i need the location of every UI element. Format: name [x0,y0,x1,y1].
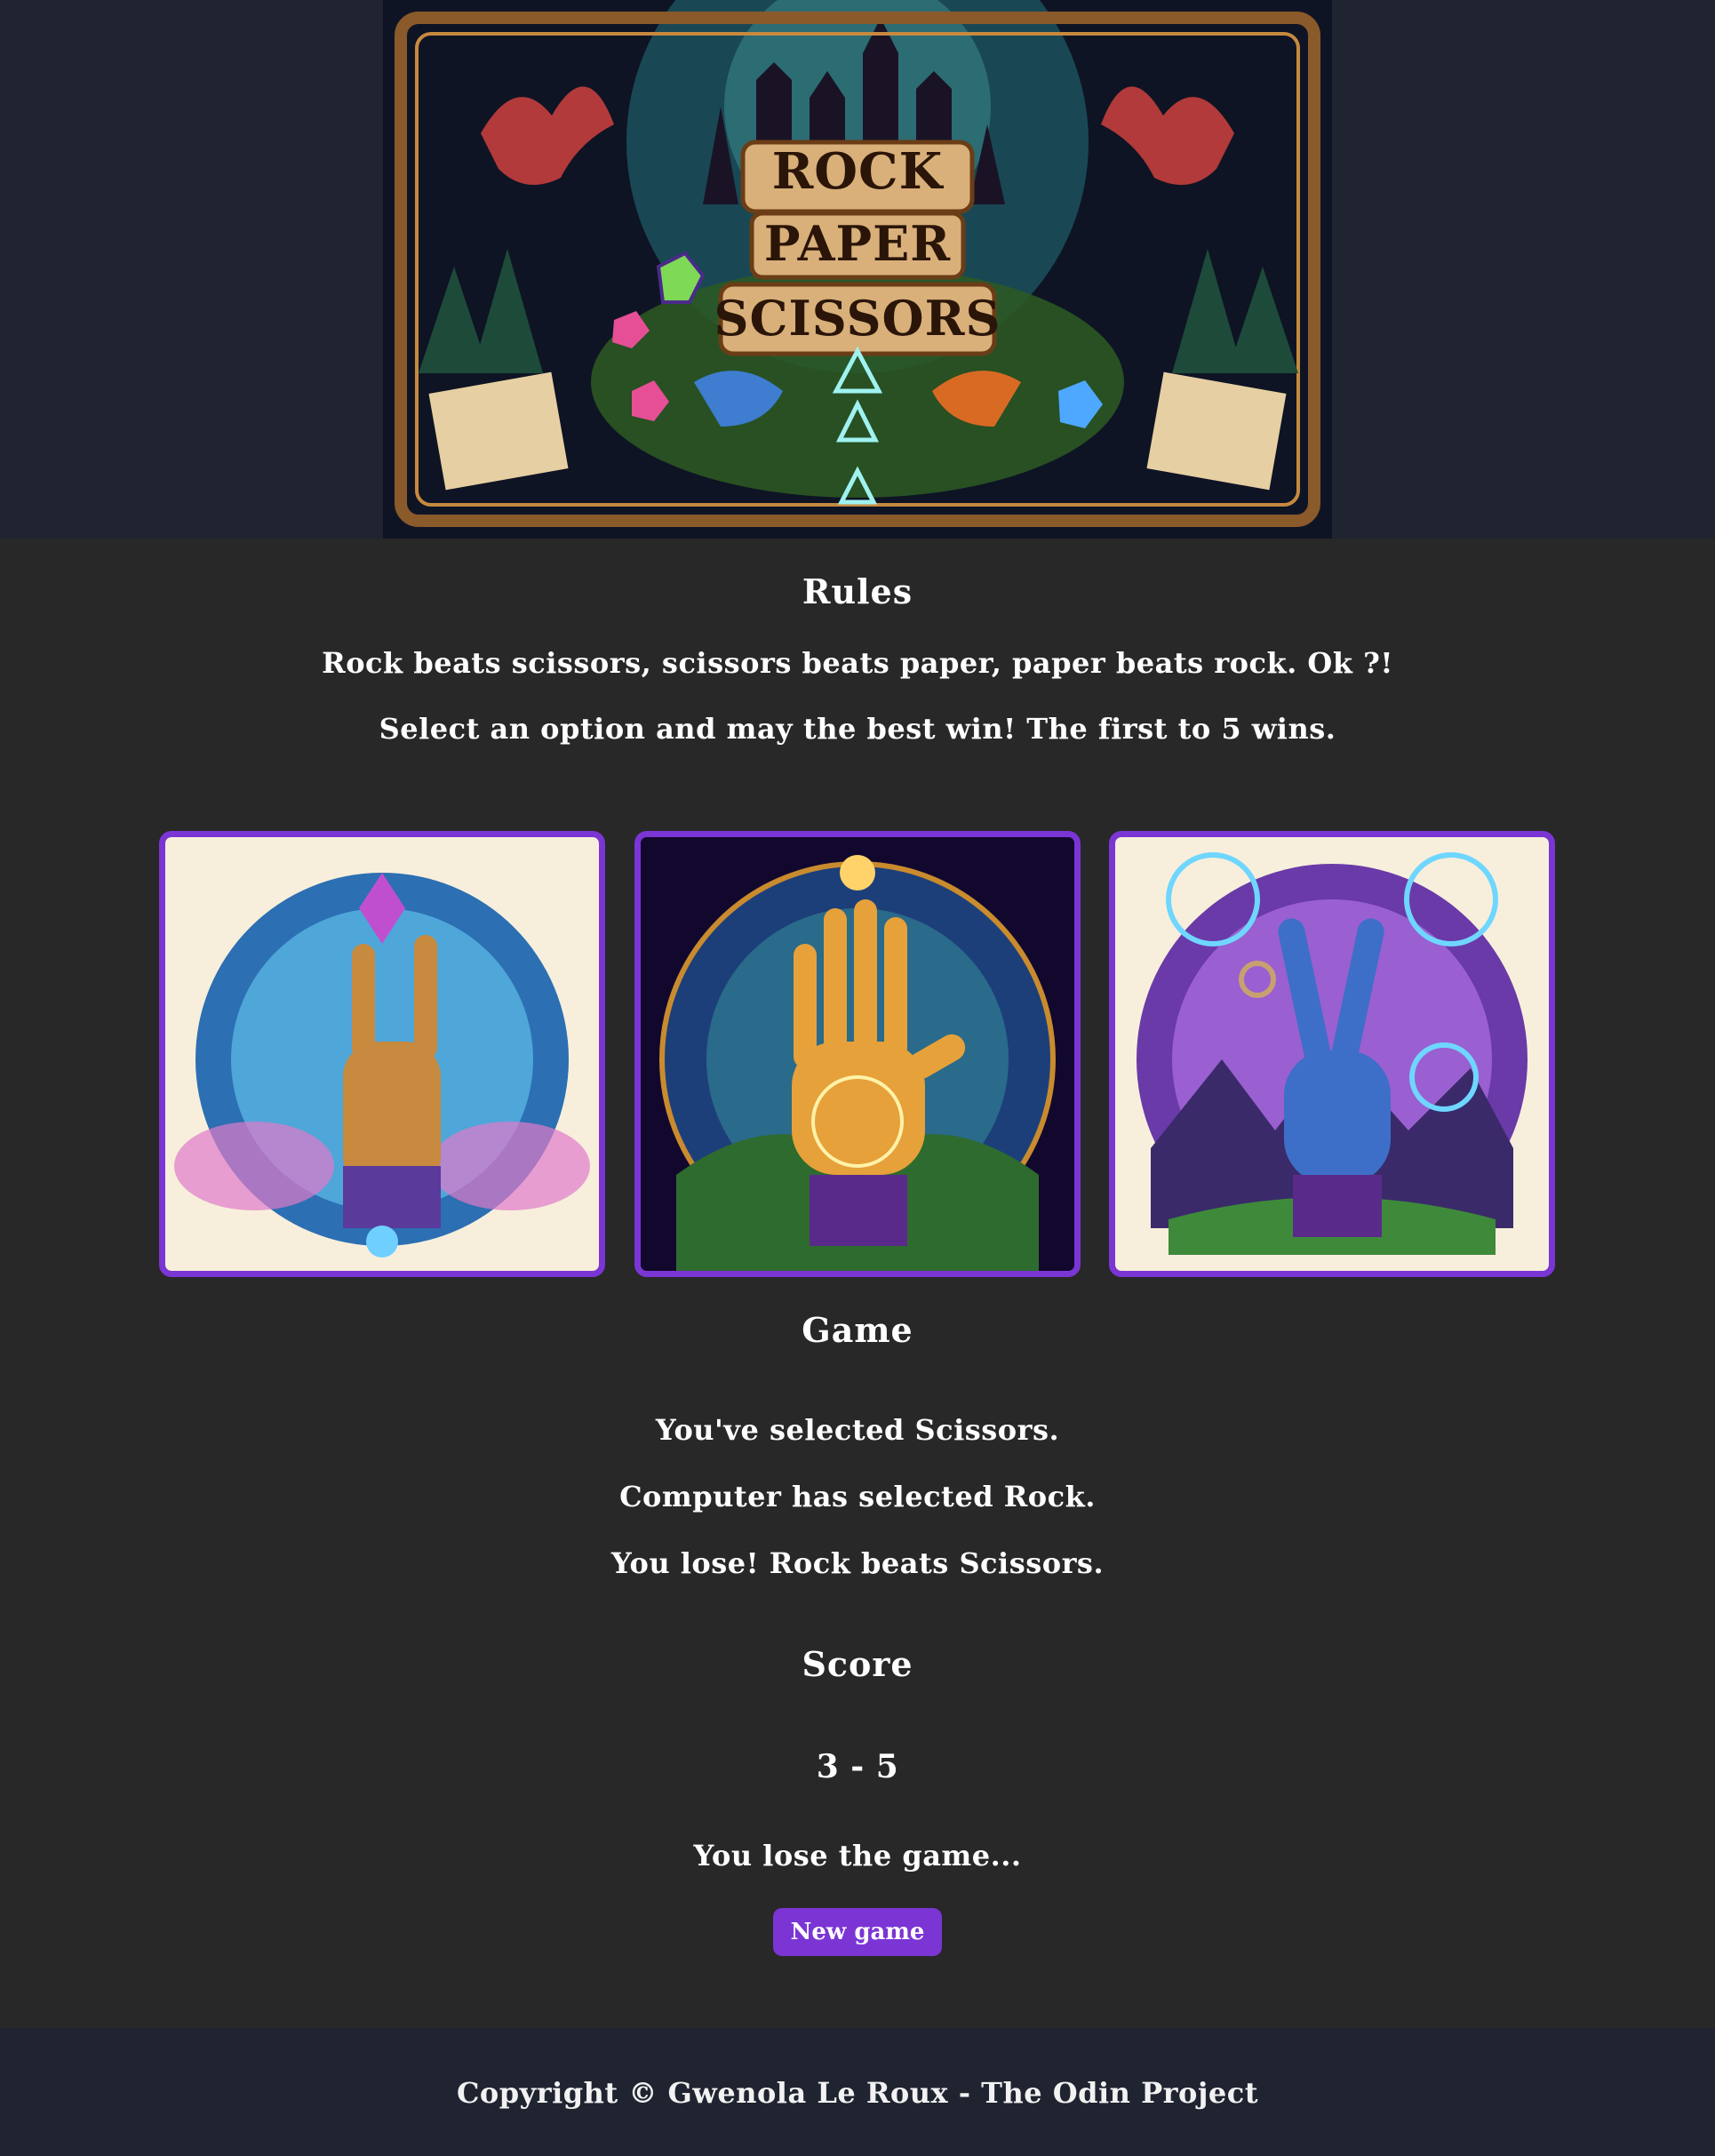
new-game-button[interactable]: New game [773,1908,942,1956]
banner-word-paper: PAPER [763,215,952,272]
rock-hand-icon [165,837,599,1271]
scissors-hand-icon [1115,837,1549,1271]
banner-word-scissors: SCISSORS [714,290,1001,347]
score-value: 3 - 5 [816,1748,899,1785]
game-title: Game [802,1310,913,1350]
round-result-text: You lose! Rock beats Scissors. [610,1546,1105,1580]
rules-line-1: Rock beats scissors, scissors beats pape… [322,646,1393,680]
hero-artwork: ROCK PAPER SCISSORS [383,0,1332,539]
rock-choice-button[interactable] [159,831,605,1277]
score-title: Score [802,1644,913,1684]
header-banner: ROCK PAPER SCISSORS [0,0,1715,539]
paper-choice-button[interactable] [634,831,1081,1277]
footer-copyright: Copyright © Gwenola Le Roux - The Odin P… [456,2076,1259,2110]
banner-word-rock: ROCK [771,142,944,201]
player-choice-text: You've selected Scissors. [655,1413,1060,1447]
computer-choice-text: Computer has selected Rock. [619,1480,1096,1513]
scissors-choice-button[interactable] [1109,831,1555,1277]
rules-title: Rules [802,571,913,611]
final-result-text: You lose the game... [693,1839,1022,1873]
paper-hand-icon [641,837,1074,1271]
rules-line-2: Select an option and may the best win! T… [379,712,1336,746]
